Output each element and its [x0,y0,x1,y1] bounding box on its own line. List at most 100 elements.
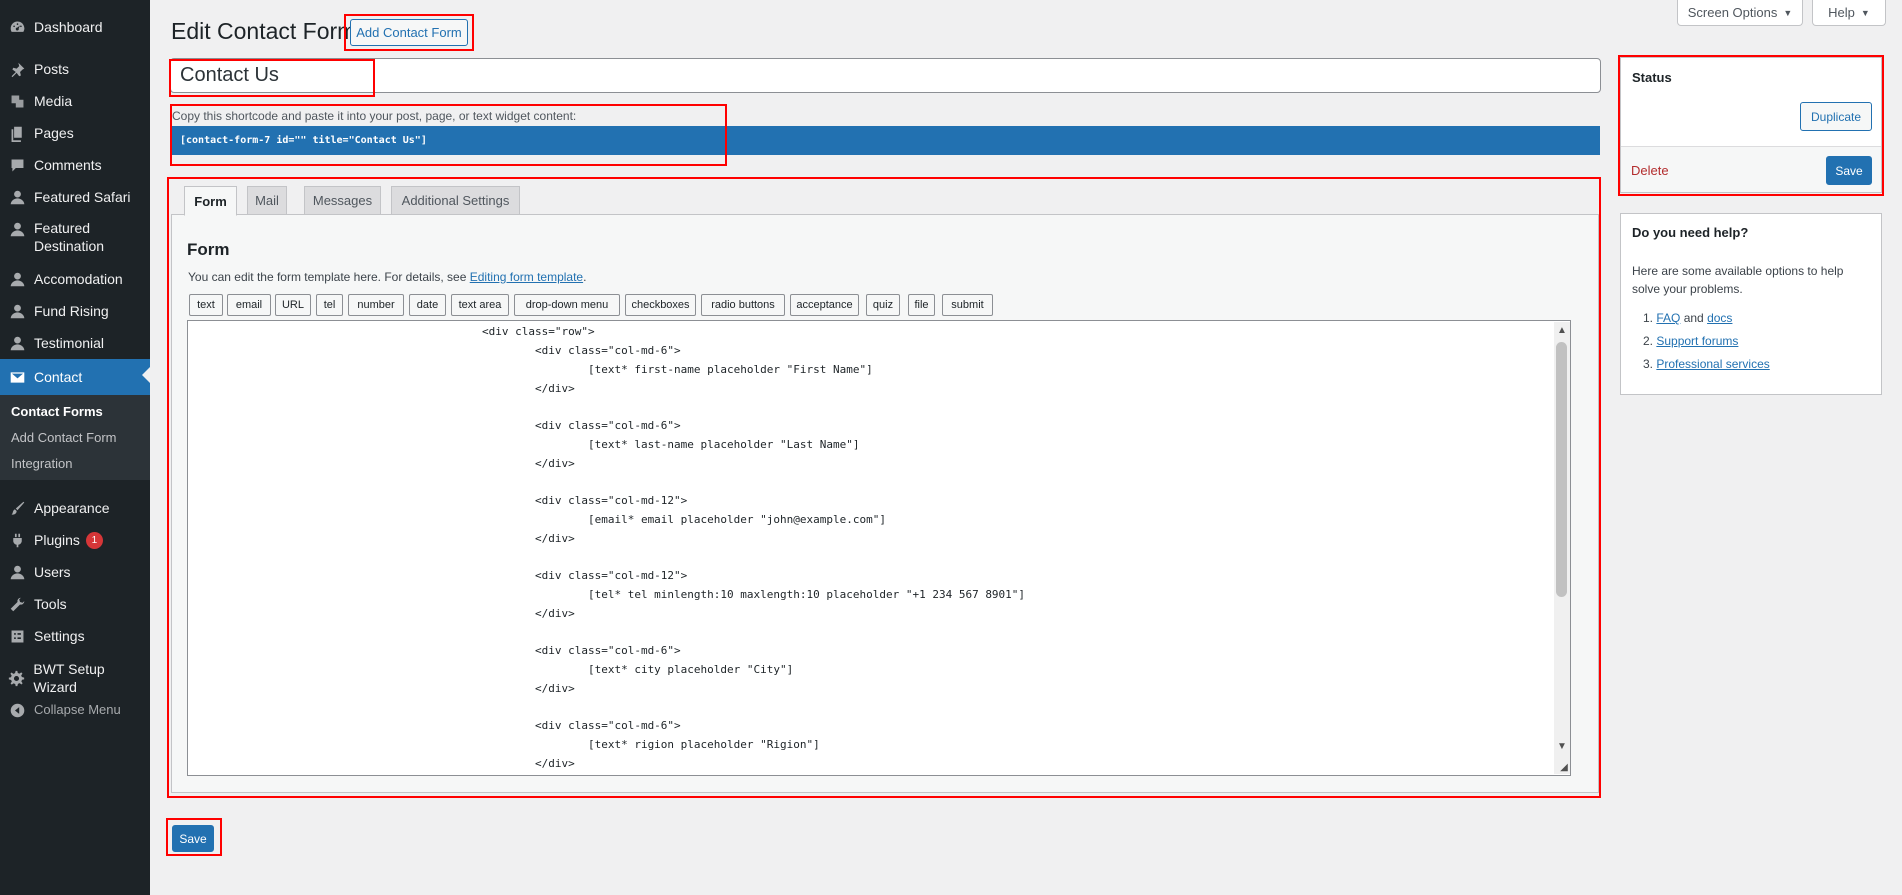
panel-heading: Form [187,240,230,259]
code-line: [text* last-name placeholder "Last Name"… [482,438,860,451]
sidebar-item-label: Posts [34,61,70,77]
users-icon [0,564,34,581]
sidebar-item-featured-safari[interactable]: Featured Safari [0,181,150,213]
tag-button-submit[interactable]: submit [942,294,993,316]
code-line: [text* rigion placeholder "Rigion"] [482,738,820,751]
help-button[interactable]: Help ▼ [1812,0,1886,26]
sidebar-item-label: Plugins [34,532,80,548]
editing-form-template-link[interactable]: Editing form template [470,270,583,284]
form-title-input[interactable] [170,58,1601,93]
tag-button-email[interactable]: email [227,294,271,316]
add-contact-form-button[interactable]: Add Contact Form [350,19,468,46]
sidebar-item-featured-destination[interactable]: Featured Destination [0,213,150,257]
bottom-save-button[interactable]: Save [172,825,214,852]
code-line: <div class="col-md-6"> [482,344,681,357]
sidebar-item-label: Fund Rising [34,303,109,319]
sidebar-item-accomodation[interactable]: Accomodation [0,263,150,295]
tag-button-radio-buttons[interactable]: radio buttons [701,294,785,316]
sidebar-item-bwt-setup-wizard[interactable]: BWT Setup Wizard [0,661,150,695]
tag-button-acceptance[interactable]: acceptance [790,294,859,316]
sidebar-item-label: Appearance [34,500,110,516]
code-line: <div class="col-md-12"> [482,494,688,507]
caret-down-icon: ▼ [1860,7,1870,18]
sidebar-item-comments[interactable]: Comments [0,149,150,181]
tab-mail[interactable]: Mail [247,186,287,215]
list-conjunction: and [1680,311,1708,325]
sidebar-item-testimonial[interactable]: Testimonial [0,327,150,359]
tag-button-tel[interactable]: tel [316,294,343,316]
scroll-down-arrow-icon[interactable]: ▼ [1556,740,1568,752]
screen-options-label: Screen Options [1687,5,1778,20]
screen-options-button[interactable]: Screen Options ▼ [1677,0,1803,26]
caret-down-icon: ▼ [1783,7,1793,18]
tag-button-file[interactable]: file [908,294,935,316]
code-line: </div> [482,757,575,770]
help-list-item-support: 2. Support forums [1643,334,1738,348]
sidebar-item-users[interactable]: Users [0,556,150,588]
tag-button-number[interactable]: number [348,294,404,316]
code-line: </div> [482,682,575,695]
user-icon [0,335,34,352]
sidebar-item-plugins[interactable]: Plugins 1 [0,524,150,556]
resize-handle-icon[interactable]: ◢ [1558,761,1570,773]
sidebar-item-tools[interactable]: Tools [0,588,150,620]
help-box-text: Here are some available options to help … [1632,264,1844,296]
tab-messages[interactable]: Messages [304,186,381,215]
submenu-item-integration[interactable]: Integration [11,456,72,471]
admin-sidebar: Dashboard Posts Media Pages Comments Fea… [0,0,150,895]
update-count-badge: 1 [85,531,103,549]
docs-link[interactable]: docs [1707,311,1732,325]
collapse-menu-button[interactable]: Collapse Menu [0,694,150,726]
sidebar-item-label: Contact [34,369,83,385]
plugin-icon [0,532,34,549]
user-icon [0,219,34,238]
sidebar-item-posts[interactable]: Posts [0,53,150,85]
sidebar-item-label: Featured Destination [34,220,105,254]
sidebar-item-contact[interactable]: Contact [0,359,150,395]
sidebar-item-settings[interactable]: Settings [0,620,150,652]
scrollbar-thumb[interactable] [1556,342,1567,597]
save-button[interactable]: Save [1826,156,1872,185]
shortcode-label: Copy this shortcode and paste it into yo… [172,109,577,123]
tab-additional-settings[interactable]: Additional Settings [391,186,520,215]
faq-link[interactable]: FAQ [1656,311,1680,325]
shortcode-field[interactable]: [contact-form-7 id="" title="Contact Us"… [171,126,1600,155]
code-line: <div class="col-md-12"> [482,569,688,582]
tab-form[interactable]: Form [184,186,237,216]
code-line: </div> [482,457,575,470]
panel-description: You can edit the form template here. For… [188,270,586,284]
list-number: 2. [1643,334,1654,348]
sidebar-item-appearance[interactable]: Appearance [0,492,150,524]
tag-button-checkboxes[interactable]: checkboxes [625,294,696,316]
tag-button-url[interactable]: URL [275,294,311,316]
delete-link[interactable]: Delete [1631,163,1669,178]
sidebar-item-label: Pages [34,125,74,141]
submenu-item-add-contact-form[interactable]: Add Contact Form [11,430,117,445]
code-line: <div class="col-md-6"> [482,719,681,732]
code-line: </div> [482,607,575,620]
tag-button-text[interactable]: text [189,294,223,316]
sidebar-item-pages[interactable]: Pages [0,117,150,149]
wrench-icon [0,596,34,613]
code-line: </div> [482,532,575,545]
sidebar-item-dashboard[interactable]: Dashboard [0,11,150,43]
form-template-textarea[interactable]: <div class="row"> <div class="col-md-6">… [187,320,1571,776]
help-list-item-faq: 1. FAQ and docs [1643,311,1732,325]
user-icon [0,303,34,320]
tag-button-text-area[interactable]: text area [451,294,509,316]
user-icon [0,189,34,206]
comments-icon [0,157,34,174]
submenu-item-contact-forms[interactable]: Contact Forms [11,404,103,419]
scroll-up-arrow-icon[interactable]: ▲ [1556,324,1568,336]
tag-button-quiz[interactable]: quiz [866,294,900,316]
sidebar-item-fund-rising[interactable]: Fund Rising [0,295,150,327]
sidebar-item-label: BWT Setup Wizard [33,661,105,695]
tag-button-drop-down-menu[interactable]: drop-down menu [514,294,620,316]
sidebar-item-label: Accomodation [34,271,123,287]
brush-icon [0,500,34,517]
duplicate-button[interactable]: Duplicate [1800,102,1872,131]
sidebar-item-media[interactable]: Media [0,85,150,117]
support-forums-link[interactable]: Support forums [1656,334,1738,348]
tag-button-date[interactable]: date [409,294,446,316]
professional-services-link[interactable]: Professional services [1656,357,1769,371]
